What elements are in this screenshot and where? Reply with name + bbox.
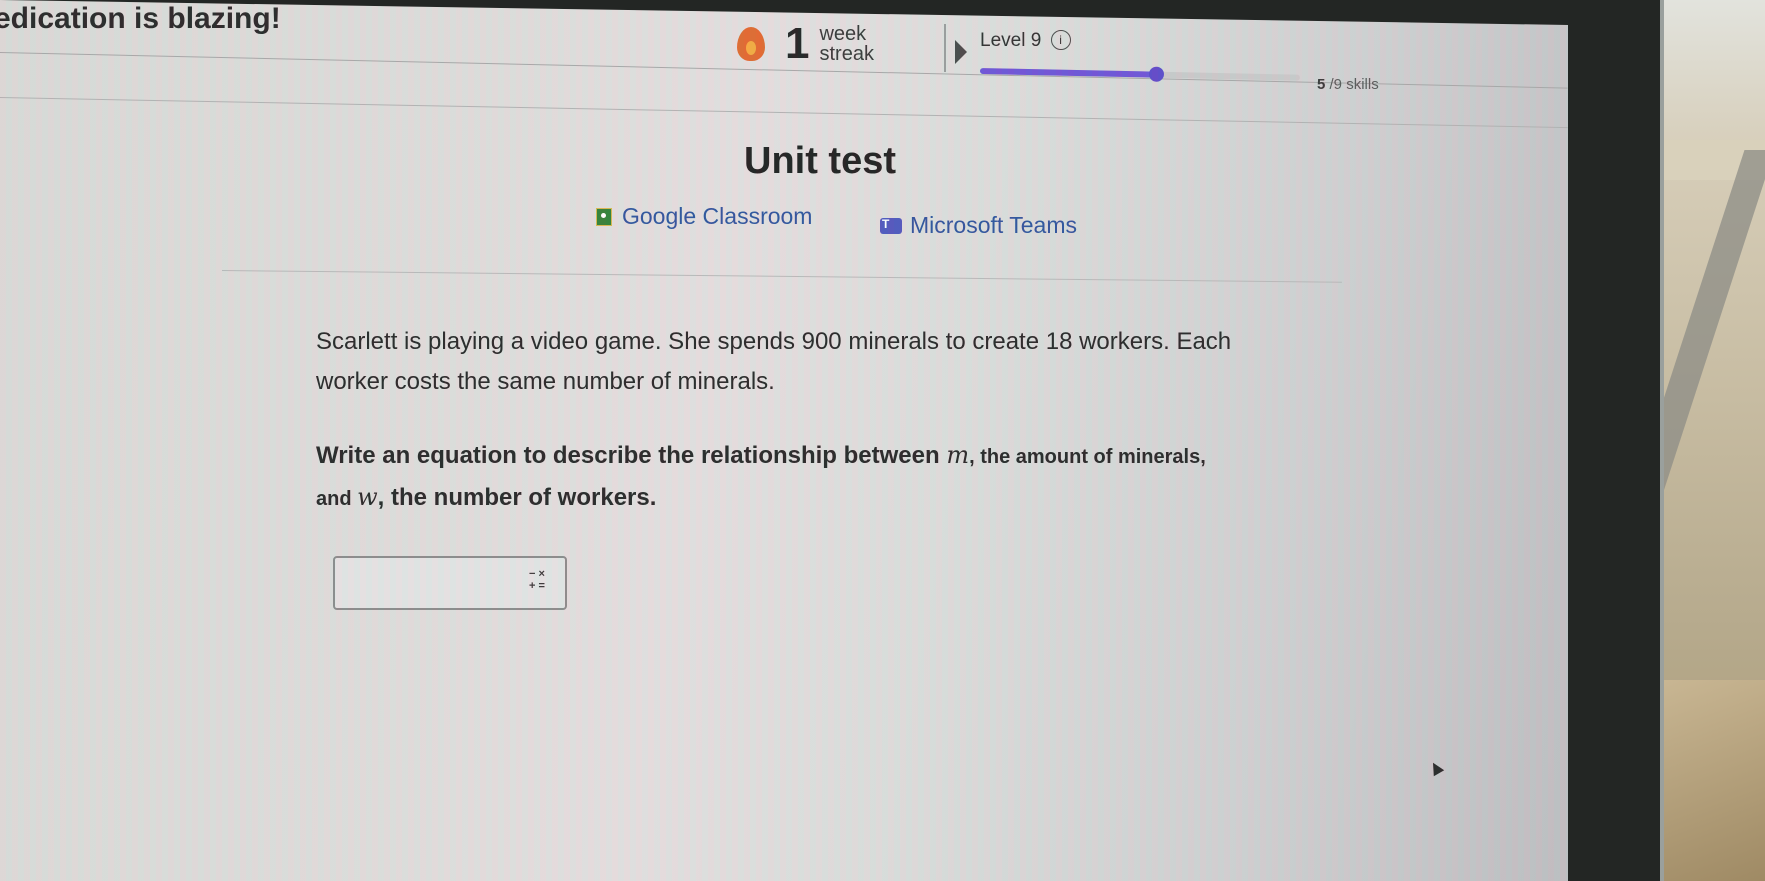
streak-banner: edication is blazing! [0,2,281,35]
microsoft-teams-icon [880,217,902,234]
page-title: Unit test [744,140,896,182]
google-classroom-icon [596,207,612,226]
skills-done: 5 [1317,76,1326,93]
mouse-cursor-icon [1427,759,1445,777]
microsoft-teams-label: Microsoft Teams [910,212,1078,238]
play-icon[interactable] [955,40,967,64]
question-paragraph-2: Write an equation to describe the relati… [316,435,1236,519]
answer-input[interactable]: − × + = [333,556,567,610]
skills-total: /9 skills [1329,76,1379,93]
google-classroom-label: Google Classroom [622,203,813,229]
skills-count: 5 /9 skills [1317,76,1379,93]
info-icon[interactable]: i [1050,30,1071,50]
level-text: Level 9 [980,30,1042,51]
vertical-divider [944,24,946,72]
streak-label-week: week [819,23,867,45]
streak-label-streak: streak [819,43,874,65]
google-classroom-link[interactable]: Google Classroom [596,203,812,230]
flame-icon [737,27,765,61]
screen: edication is blazing! 1 week streak Leve… [0,0,1568,881]
variable-m: m [946,441,970,469]
streak-widget: 1 week streak [737,22,874,66]
question-paragraph-1: Scarlett is playing a video game. She sp… [316,328,1232,395]
content-divider [221,270,1342,283]
microsoft-teams-link[interactable]: Microsoft Teams [880,212,1077,239]
progress-knob [1148,66,1165,82]
question-text-part3: , the number of workers. [377,484,657,511]
streak-count: 1 [785,19,810,68]
question-text-part1: Write an equation to describe the relati… [316,442,947,469]
level-label: Level 9 i [980,30,1071,52]
math-keypad-button[interactable]: − × + = [523,568,551,596]
subheader-divider [0,97,1568,129]
streak-label: week streak [819,24,873,64]
variable-w: w [357,483,378,511]
